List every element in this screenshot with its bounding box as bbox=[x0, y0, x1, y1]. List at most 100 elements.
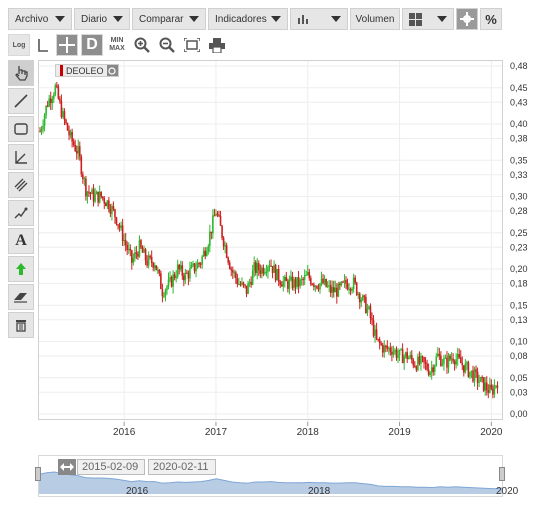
pointer-tool[interactable] bbox=[8, 60, 34, 86]
candlestick bbox=[131, 249, 133, 270]
candlestick-icon bbox=[298, 15, 308, 24]
navigator-right-handle[interactable] bbox=[499, 467, 505, 481]
candlestick bbox=[86, 190, 89, 204]
candlestick bbox=[210, 231, 213, 240]
layout-select[interactable] bbox=[402, 8, 454, 30]
candlestick bbox=[374, 324, 376, 343]
delete-tool[interactable] bbox=[8, 312, 34, 338]
candlestick bbox=[98, 185, 101, 204]
fit-button[interactable] bbox=[181, 34, 203, 56]
range-drag-handle[interactable] bbox=[58, 459, 76, 475]
candlestick bbox=[328, 279, 330, 293]
crosshair-button[interactable] bbox=[56, 34, 78, 56]
range-start-date[interactable]: 2015-02-09 bbox=[77, 459, 145, 475]
candlestick bbox=[54, 83, 57, 97]
candlestick bbox=[82, 171, 84, 184]
print-button[interactable] bbox=[206, 34, 228, 56]
arrow-tool[interactable] bbox=[8, 256, 34, 282]
candlestick bbox=[467, 360, 470, 378]
indicators-menu[interactable]: Indicadores bbox=[208, 8, 288, 30]
compare-label: Comparar bbox=[139, 13, 184, 25]
zoom-in-button[interactable] bbox=[131, 34, 153, 56]
candlestick bbox=[140, 238, 142, 250]
candlestick bbox=[444, 354, 447, 359]
line-scale-button[interactable] bbox=[33, 34, 53, 56]
candlestick bbox=[401, 343, 404, 364]
candlestick bbox=[296, 276, 298, 290]
candlestick bbox=[391, 346, 393, 362]
candlestick bbox=[69, 129, 72, 139]
compare-menu[interactable]: Comparar bbox=[132, 8, 206, 30]
period-select[interactable]: Diario bbox=[74, 8, 130, 30]
eraser-tool[interactable] bbox=[8, 284, 34, 310]
log-scale-button[interactable]: Log bbox=[8, 34, 30, 56]
percent-button[interactable]: % bbox=[480, 8, 502, 30]
x-axis: 2016 2017 2018 2019 2020 bbox=[113, 422, 503, 438]
candlestick bbox=[40, 125, 43, 136]
candlestick bbox=[57, 84, 60, 100]
candlestick bbox=[352, 273, 355, 293]
y-tick-label: 0,03 bbox=[510, 387, 528, 397]
x-tick-label: 2019 bbox=[388, 427, 411, 438]
candlestick bbox=[89, 191, 92, 200]
y-tick-label: 0,43 bbox=[510, 97, 528, 107]
candlestick bbox=[371, 312, 373, 326]
candlestick bbox=[218, 210, 220, 218]
log-label: Log bbox=[12, 41, 26, 49]
text-tool[interactable]: A bbox=[8, 228, 34, 254]
candlestick bbox=[176, 259, 179, 279]
candlestick bbox=[78, 141, 81, 161]
range-end-date[interactable]: 2020-02-11 bbox=[148, 459, 216, 475]
candlestick bbox=[294, 276, 297, 294]
refresh-icon[interactable] bbox=[106, 65, 118, 76]
line-tool[interactable] bbox=[8, 88, 34, 114]
candlestick bbox=[475, 365, 477, 378]
zoom-out-button[interactable] bbox=[156, 34, 178, 56]
volume-button[interactable]: Volumen bbox=[350, 8, 400, 30]
grid-layout-icon bbox=[409, 12, 422, 26]
end-date-text: 2020-02-11 bbox=[153, 461, 209, 473]
settings-button[interactable] bbox=[456, 8, 478, 30]
candlestick bbox=[71, 128, 73, 148]
min-max-button[interactable]: MIN MAX bbox=[106, 34, 128, 56]
candlestick bbox=[129, 244, 132, 257]
refresh-glyph bbox=[108, 66, 116, 75]
candlestick bbox=[293, 276, 295, 292]
candlestick bbox=[152, 261, 155, 272]
candlestick bbox=[77, 139, 80, 160]
candlestick bbox=[126, 241, 129, 256]
archivo-menu[interactable]: Archivo bbox=[8, 8, 72, 30]
y-tick-label: 0,45 bbox=[510, 83, 528, 93]
navigator-left-handle[interactable] bbox=[35, 467, 41, 481]
chevron-down-icon bbox=[331, 16, 341, 22]
candlestick bbox=[389, 342, 392, 356]
chart-type-select[interactable] bbox=[290, 8, 348, 30]
candlestick bbox=[355, 281, 358, 297]
candlestick bbox=[284, 274, 286, 288]
candlestick bbox=[334, 280, 337, 293]
candlestick bbox=[212, 209, 214, 239]
price-chart[interactable] bbox=[38, 60, 503, 422]
navigator-label-2020: 2020 bbox=[496, 486, 519, 497]
zigzag-icon bbox=[14, 207, 28, 219]
candlestick bbox=[290, 270, 292, 282]
candlestick bbox=[230, 266, 233, 277]
candlestick bbox=[276, 268, 278, 281]
candlestick bbox=[398, 349, 401, 362]
candlestick bbox=[248, 278, 251, 288]
candlestick bbox=[270, 259, 272, 267]
dividends-button[interactable]: D bbox=[81, 34, 103, 56]
candlestick bbox=[470, 370, 473, 379]
zoom-out-icon bbox=[159, 37, 175, 53]
angle-tool[interactable] bbox=[8, 144, 34, 170]
candlestick bbox=[302, 276, 304, 286]
candlestick bbox=[426, 359, 428, 372]
drawing-tools: A bbox=[8, 60, 34, 338]
candlestick bbox=[72, 138, 75, 147]
fibonacci-tool[interactable] bbox=[8, 200, 34, 226]
candlestick bbox=[42, 119, 44, 134]
y-tick-label: 0,40 bbox=[510, 119, 528, 129]
candlestick bbox=[342, 280, 344, 283]
rectangle-tool[interactable] bbox=[8, 116, 34, 142]
channel-tool[interactable] bbox=[8, 172, 34, 198]
